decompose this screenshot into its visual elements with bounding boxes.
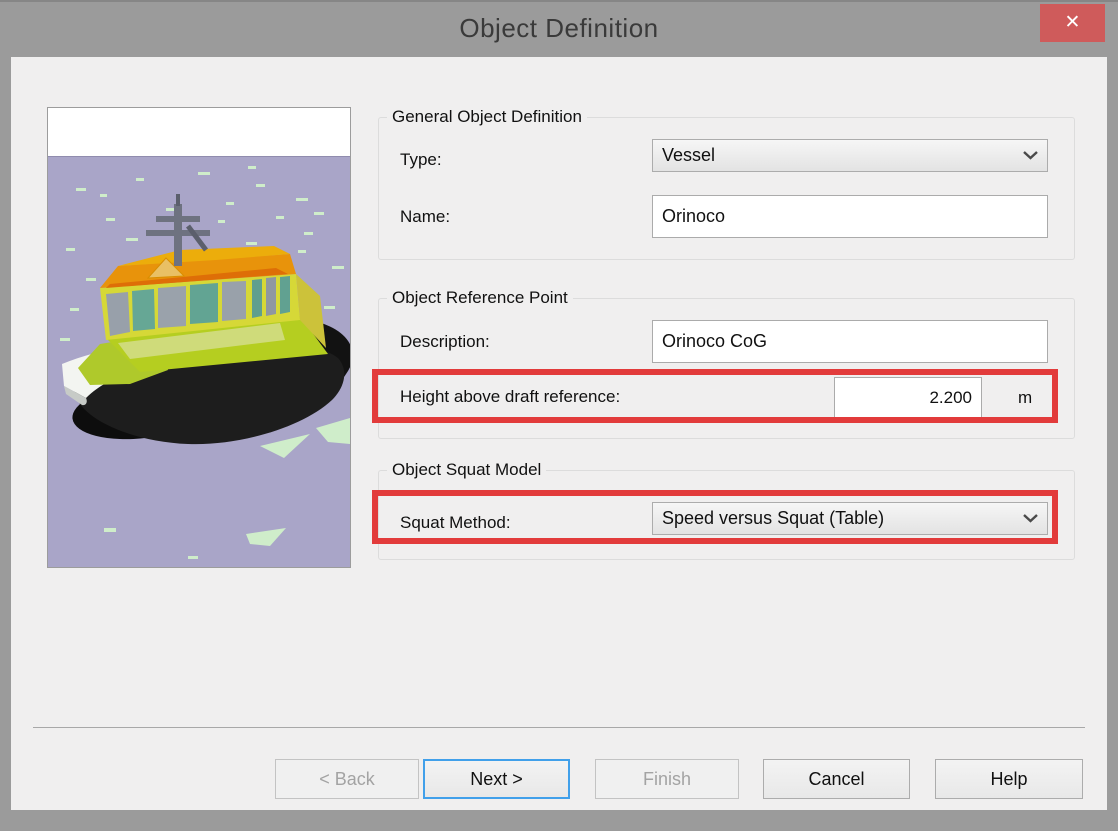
name-label: Name: <box>400 207 450 227</box>
chevron-down-icon <box>1023 151 1038 160</box>
vessel-3d-render <box>48 108 350 567</box>
cancel-button[interactable]: Cancel <box>763 759 910 799</box>
close-button[interactable]: ✕ <box>1040 4 1105 42</box>
next-button[interactable]: Next > <box>423 759 570 799</box>
height-above-draft-input[interactable] <box>834 377 982 419</box>
group-title-squat: Object Squat Model <box>387 460 546 480</box>
dialog-content: General Object Definition Type: Vessel N… <box>11 57 1107 810</box>
back-button[interactable]: < Back <box>275 759 419 799</box>
description-input[interactable] <box>652 320 1048 363</box>
dialog-title: Object Definition <box>0 2 1118 54</box>
titlebar: Object Definition ✕ <box>0 2 1118 57</box>
squat-method-dropdown-value: Speed versus Squat (Table) <box>662 508 884 529</box>
chevron-down-icon <box>1023 514 1038 523</box>
squat-method-label: Squat Method: <box>400 513 511 533</box>
group-title-general: General Object Definition <box>387 107 587 127</box>
finish-button[interactable]: Finish <box>595 759 739 799</box>
height-above-draft-label: Height above draft reference: <box>400 387 620 407</box>
help-button[interactable]: Help <box>935 759 1083 799</box>
group-title-reference: Object Reference Point <box>387 288 573 308</box>
squat-method-dropdown[interactable]: Speed versus Squat (Table) <box>652 502 1048 535</box>
type-dropdown-value: Vessel <box>662 145 715 166</box>
close-icon: ✕ <box>1065 12 1081 33</box>
object-definition-dialog: Object Definition ✕ <box>0 0 1118 831</box>
button-separator <box>33 727 1085 728</box>
type-dropdown[interactable]: Vessel <box>652 139 1048 172</box>
height-unit-label: m <box>1018 388 1032 408</box>
vessel-preview-image <box>47 107 351 568</box>
description-label: Description: <box>400 332 490 352</box>
name-input[interactable] <box>652 195 1048 238</box>
type-label: Type: <box>400 150 442 170</box>
